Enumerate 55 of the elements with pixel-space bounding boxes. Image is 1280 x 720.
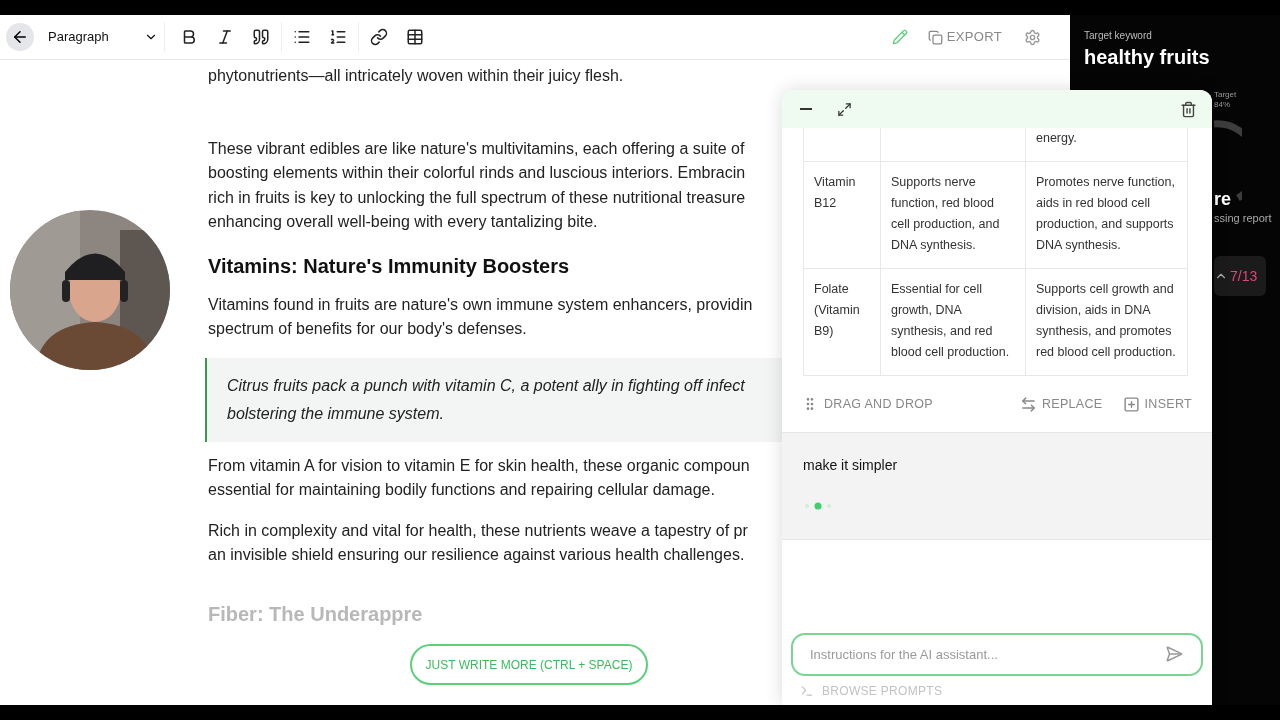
italic-icon [216, 28, 234, 46]
paragraph-line: Rich in complexity and vital for health, these nutrients weave a tapestry of pr [208, 520, 748, 541]
numbered-list-icon [329, 28, 347, 46]
target-label: Target [1214, 90, 1237, 100]
export-button[interactable]: EXPORT [927, 27, 1002, 47]
paragraph-line: phytonutrients—all intricately woven within their juicy flesh. [208, 66, 624, 86]
swap-arrows-icon [1019, 395, 1037, 413]
score-label: re [1214, 188, 1231, 210]
send-icon [1165, 645, 1183, 663]
table-cell: Essential for cell growth, DNA synthesis, and red blood cell production. [891, 282, 1010, 359]
table-cell: Promotes nerve function, aids in red blood cell production, and supports DNA synthesis. [1036, 175, 1175, 252]
paragraph-line: These vibrant edibles are like nature's multivitamins, each offering a suite of [208, 138, 745, 159]
paragraph-line: rich in fruits is key to unlocking the full spectrum of these nutritional treasure [208, 187, 746, 208]
bulleted-list-icon [293, 28, 311, 46]
table-cell: Supports nerve function, red blood cell production, and DNA synthesis. [891, 175, 1000, 252]
table-cell: Vitamin B12 [814, 175, 856, 210]
assistant-input-field[interactable]: Instructions for the AI assistant... [791, 633, 1203, 676]
table-cell: energy. [1036, 131, 1077, 145]
trash-icon [1179, 100, 1197, 118]
minimize-icon [800, 108, 812, 110]
settings-icon [1023, 28, 1041, 46]
quote-line: bolstering the immune system. [227, 403, 444, 424]
insert-button[interactable]: INSERT [1122, 394, 1192, 414]
prompt-text: make it simpler [803, 456, 898, 475]
copy-icon [927, 29, 943, 45]
plus-square-icon [1122, 395, 1140, 413]
drag-handle[interactable]: DRAG AND DROP [802, 394, 933, 414]
write-more-button[interactable]: JUST WRITE MORE (CTRL + SPACE) [410, 644, 648, 685]
quote-icon [252, 28, 270, 46]
target-value: 84% [1214, 100, 1230, 110]
section-heading: Vitamins: Nature's Immunity Boosters [208, 253, 570, 279]
paragraph-line: spectrum of benefits for our body's defenses. [208, 319, 527, 339]
paragraph-line: From vitamin A for vision to vitamin E for skin health, these organic compoun [208, 455, 750, 476]
paragraph-line: boosting elements within their colorful rinds and luscious interiors. Embracin [208, 163, 746, 183]
table-icon [406, 28, 424, 46]
report-status: ssing report [1214, 211, 1272, 226]
progress-counter[interactable]: 7/13 [1214, 256, 1266, 296]
terminal-icon [800, 684, 814, 698]
replace-button[interactable]: REPLACE [1019, 394, 1103, 414]
quote-line: Citrus fruits pack a punch with vitamin C, a potent ally in fighting off infect [227, 375, 745, 396]
loading-icon [803, 502, 833, 510]
keyword-label: Target keyword [1084, 29, 1152, 43]
link-icon [370, 28, 388, 46]
block-style-dropdown[interactable]: Paragraph [48, 27, 158, 47]
back-button[interactable] [6, 23, 34, 51]
table-cell: Folate (Vitamin B9) [814, 282, 860, 338]
section-heading: Fiber: The Underappre [208, 601, 423, 627]
paragraph-line: an invisible shield ensuring our resilience against various health challenges. [208, 545, 745, 565]
table-cell: Supports cell growth and division, aids in DNA synthesis, and promotes red blood cell production. [1036, 282, 1176, 359]
paragraph-line: enhancing overall well-being with every tantalizing bite. [208, 212, 598, 232]
paragraph-line: essential for maintaining bodily functions and repairing cellular damage. [208, 480, 715, 500]
keyword-value: healthy fruits [1084, 45, 1210, 70]
expand-icon [836, 101, 852, 117]
pencil-icon [891, 29, 908, 45]
paragraph-line: Vitamins found in fruits are nature's own immune system enhancers, providin [208, 294, 753, 315]
